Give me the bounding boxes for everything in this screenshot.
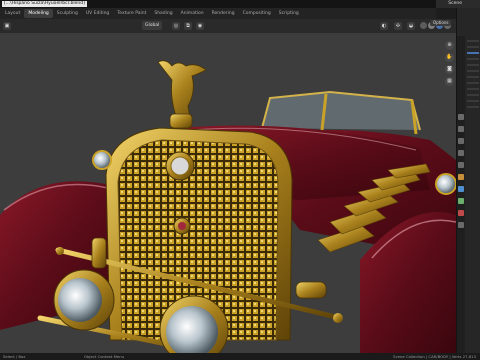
outliner-row[interactable]: [467, 100, 479, 102]
tool-icon[interactable]: [458, 114, 464, 120]
outliner-row[interactable]: [467, 76, 479, 78]
title-bar: [...\Hispano Suiza\Hyuoelrbcr.blend] Sce…: [0, 0, 480, 8]
mesh-data-icon[interactable]: [458, 198, 464, 204]
grid-icon[interactable]: ▦: [445, 77, 454, 86]
tab-rendering[interactable]: Rendering: [208, 9, 239, 18]
outliner-row[interactable]: [467, 82, 479, 84]
overlay-icon[interactable]: ◒: [407, 22, 415, 30]
outliner-row[interactable]: [467, 94, 479, 96]
tab-scripting[interactable]: Scripting: [275, 9, 303, 18]
outliner-row[interactable]: [467, 64, 479, 66]
status-select-hint: Select / Box: [3, 354, 26, 359]
status-scene-stats: Scene Collection | CAR/BODY | Verts 27,8…: [393, 354, 476, 359]
transform-orientation-select[interactable]: Global: [142, 21, 163, 30]
gizmo-toggle-icon[interactable]: ✣: [394, 22, 402, 30]
texture-icon[interactable]: [458, 222, 464, 228]
outliner-row[interactable]: [467, 58, 479, 60]
status-bar: Select / Box Object Context Menu Scene C…: [0, 353, 480, 360]
output-icon[interactable]: [458, 138, 464, 144]
tab-texture-paint[interactable]: Texture Paint: [113, 9, 150, 18]
outliner-row[interactable]: [467, 46, 479, 48]
render-icon[interactable]: [458, 126, 464, 132]
tab-layout[interactable]: Layout: [1, 9, 24, 18]
snap-icon[interactable]: ⧉: [184, 22, 192, 30]
outliner-row[interactable]: [467, 88, 479, 90]
outliner-row-selected[interactable]: [467, 52, 479, 54]
tab-sculpting[interactable]: Sculpting: [53, 9, 82, 18]
tab-compositing[interactable]: Compositing: [239, 9, 275, 18]
pivot-icon[interactable]: ◎: [172, 22, 180, 30]
3d-viewport[interactable]: ⊕ ✋ ◙ ▦: [0, 33, 456, 353]
properties-sidebar: [456, 8, 480, 353]
scene-selector[interactable]: Scene: [436, 0, 480, 8]
tab-shading[interactable]: Shading: [150, 9, 176, 18]
view-layer-icon[interactable]: [458, 150, 464, 156]
properties-tab-strip: [457, 36, 465, 353]
outliner-row[interactable]: [467, 40, 479, 42]
camera-icon[interactable]: ◙: [445, 65, 454, 74]
outliner-row[interactable]: [467, 70, 479, 72]
material-icon[interactable]: [458, 210, 464, 216]
tab-modeling[interactable]: Modeling: [24, 9, 53, 18]
scene-name: Scene: [448, 1, 462, 6]
car-render: [0, 60, 456, 353]
modifier-icon[interactable]: [458, 186, 464, 192]
proportional-edit-icon[interactable]: ◉: [196, 22, 204, 30]
viewport-header: ▣ Global ◎ ⧉ ◉ ◐ ✣ ◒: [0, 19, 456, 33]
window-title: [...\Hispano Suiza\Hyuoelrbcr.blend]: [2, 1, 87, 7]
status-context-hint: Object Context Menu: [84, 354, 125, 359]
zoom-icon[interactable]: ⊕: [445, 41, 454, 50]
hand-icon[interactable]: ✋: [445, 53, 454, 62]
object-icon[interactable]: [458, 174, 464, 180]
wireframe-shading-icon[interactable]: [420, 22, 427, 29]
editor-type-icon[interactable]: ▣: [3, 22, 11, 30]
workspace-tabs: Layout Modeling Sculpting UV Editing Tex…: [0, 8, 436, 19]
tab-animation[interactable]: Animation: [177, 9, 208, 18]
tab-uv-editing[interactable]: UV Editing: [82, 9, 113, 18]
outliner-row[interactable]: [467, 106, 479, 108]
visibility-icon[interactable]: ◐: [380, 22, 388, 30]
options-button[interactable]: Options: [430, 20, 452, 26]
scene-icon[interactable]: [458, 162, 464, 168]
